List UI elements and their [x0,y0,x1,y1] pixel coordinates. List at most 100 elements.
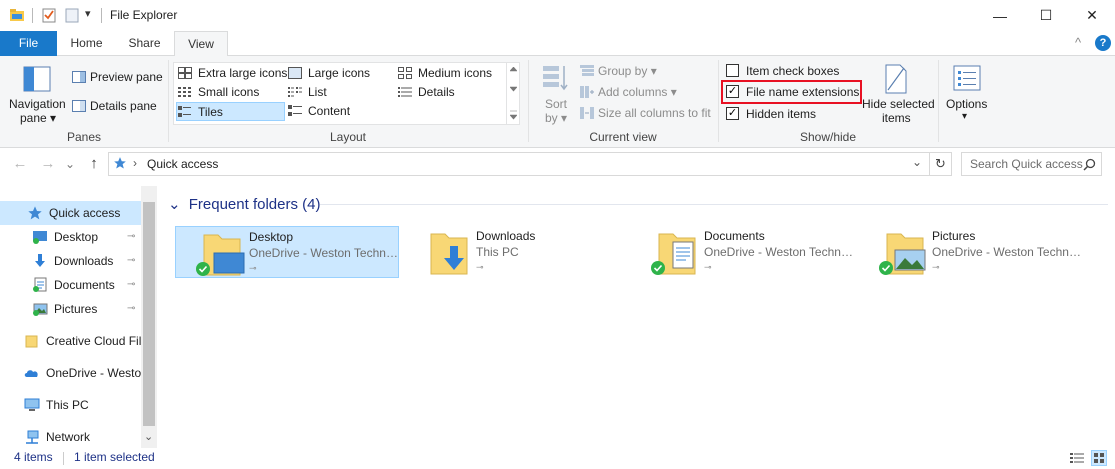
layout-extra-large-icons[interactable]: Extra large icons [176,64,288,82]
layout-tiles[interactable]: Tiles [176,102,285,121]
size-columns-icon [580,107,594,119]
folder-tile-documents[interactable]: Documents OneDrive - Weston Techn… ⊸ [631,226,855,278]
navigation-pane-button[interactable]: Navigation pane ▾ [4,60,68,126]
forward-icon[interactable]: → [38,154,58,174]
address-dropdown-icon[interactable]: ⌄ [912,155,922,169]
navigation-pane: Quick access Desktop ⊸ Downloads ⊸ Docum… [0,186,157,448]
section-divider [320,204,1108,205]
folder-location: OneDrive - Weston Techn… [249,246,398,260]
preview-pane-icon [72,71,86,83]
minimize-button[interactable]: — [977,0,1023,31]
folder-tile-downloads[interactable]: Downloads This PC ⊸ [403,226,627,278]
medium-icons-label: Medium icons [418,66,493,80]
hide-selected-items-button[interactable]: Hide selected items [860,60,935,128]
quick-access-star-icon [114,157,126,169]
sort-by-button[interactable]: Sort by ▾ [536,60,574,128]
size-all-columns-button[interactable]: Size all columns to fit [578,104,718,122]
hidden-items-checkbox[interactable]: ✓ [726,107,739,120]
sidebar-scrollbar-thumb[interactable] [143,202,155,426]
tab-view[interactable]: View [174,31,228,57]
sidebar-item-desktop[interactable]: Desktop ⊸ [0,225,141,249]
sort-by-label-2: by ▾ [545,111,568,125]
sidebar-item-documents[interactable]: Documents ⊸ [0,273,141,297]
pin-icon: ⊸ [249,263,257,273]
preview-pane-button[interactable]: Preview pane [70,68,163,86]
tab-home[interactable]: Home [58,31,115,56]
file-explorer-app-icon[interactable] [9,7,25,23]
new-folder-icon[interactable] [64,7,80,23]
sidebar-item-network[interactable]: Network [0,425,141,449]
layout-large-icons[interactable]: Large icons [286,64,396,82]
sidebar-item-onedrive[interactable]: OneDrive - Westo [0,361,141,385]
details-label: Details [418,85,455,99]
close-button[interactable]: ✕ [1069,0,1115,31]
item-check-boxes-option[interactable]: Item check boxes [724,62,854,80]
collapse-ribbon-icon[interactable]: ^ [1075,35,1081,50]
up-icon[interactable]: ↑ [84,154,104,174]
navigation-pane-icon [23,66,51,92]
star-icon [28,206,42,220]
folder-tile-desktop[interactable]: Desktop OneDrive - Weston Techn… ⊸ [175,226,399,278]
tab-share[interactable]: Share [116,31,173,56]
hidden-items-option[interactable]: ✓ Hidden items [724,105,854,123]
maximize-button[interactable]: ☐ [1023,0,1069,31]
back-icon[interactable]: ← [10,154,30,174]
frequent-folders-header[interactable]: ⌄ Frequent folders (4) [168,195,320,213]
collapse-section-icon[interactable]: ⌄ [168,196,181,213]
sidebar-item-downloads[interactable]: Downloads ⊸ [0,249,141,273]
options-button[interactable]: Options ▾ [942,60,992,128]
file-name-extensions-option[interactable]: ✓ File name extensions [724,83,860,101]
hide-selected-label: Hide selected [862,97,935,111]
sidebar-item-pictures[interactable]: Pictures ⊸ [0,297,141,321]
extra-large-icons-label: Extra large icons [198,66,288,80]
sidebar-item-this-pc[interactable]: This PC [0,393,141,417]
list-icon [288,87,302,97]
search-box[interactable]: Search Quick access [961,152,1102,176]
group-by-label: Group by ▾ [598,64,657,78]
qat-separator [32,8,33,23]
refresh-icon[interactable]: ↻ [930,152,952,176]
address-bar[interactable]: › Quick access ⌄ [108,152,930,176]
help-icon[interactable]: ? [1095,35,1111,51]
sidebar-item-quick-access[interactable]: Quick access [0,201,141,225]
customize-qat-dropdown[interactable]: ▾ [85,7,91,20]
folder-tile-pictures[interactable]: Pictures OneDrive - Weston Techn… ⊸ [859,226,1083,278]
properties-icon[interactable] [41,7,57,23]
large-icons-icon [288,67,302,79]
downloads-folder-icon [430,233,468,275]
layout-details[interactable]: Details [396,83,506,101]
layout-gallery-scroll[interactable] [506,63,519,124]
layout-group-label: Layout [329,130,367,144]
search-icon [1083,158,1096,171]
address-path[interactable]: Quick access [147,157,218,171]
status-bar: 4 items 1 item selected [0,448,1115,469]
item-check-boxes-checkbox[interactable] [726,64,739,77]
search-placeholder[interactable]: Search Quick access [970,157,1083,171]
sidebar-item-creative-cloud-files[interactable]: Creative Cloud Fil [0,329,141,353]
hide-selected-label-2: items [882,111,911,125]
details-pane-button[interactable]: Details pane [70,97,162,115]
pictures-folder-icon [879,233,926,275]
options-icon [953,65,981,91]
item-count: 4 items [14,450,53,464]
scroll-down-icon[interactable]: ⌄ [144,430,153,443]
tab-file[interactable]: File [0,31,57,56]
group-by-button[interactable]: Group by ▾ [578,62,718,80]
recent-locations-icon[interactable]: ⌄ [60,154,80,174]
group-separator [938,60,939,142]
onedrive-icon [24,370,38,377]
file-name-extensions-checkbox[interactable]: ✓ [726,85,739,98]
large-icons-view-icon[interactable] [1091,450,1107,466]
details-view-icon[interactable] [1069,451,1085,465]
group-by-icon [580,65,594,76]
window-title: File Explorer [110,8,178,22]
details-pane-label: Details pane [90,99,157,113]
add-columns-button[interactable]: Add columns ▾ [578,83,718,101]
layout-list[interactable]: List [286,83,396,101]
layout-small-icons[interactable]: Small icons [176,83,286,101]
layout-medium-icons[interactable]: Medium icons [396,64,506,82]
folder-name: Documents [704,229,765,243]
small-icons-label: Small icons [198,85,260,99]
layout-content[interactable]: Content [286,102,396,120]
sidebar-item-label: Documents [54,278,115,292]
